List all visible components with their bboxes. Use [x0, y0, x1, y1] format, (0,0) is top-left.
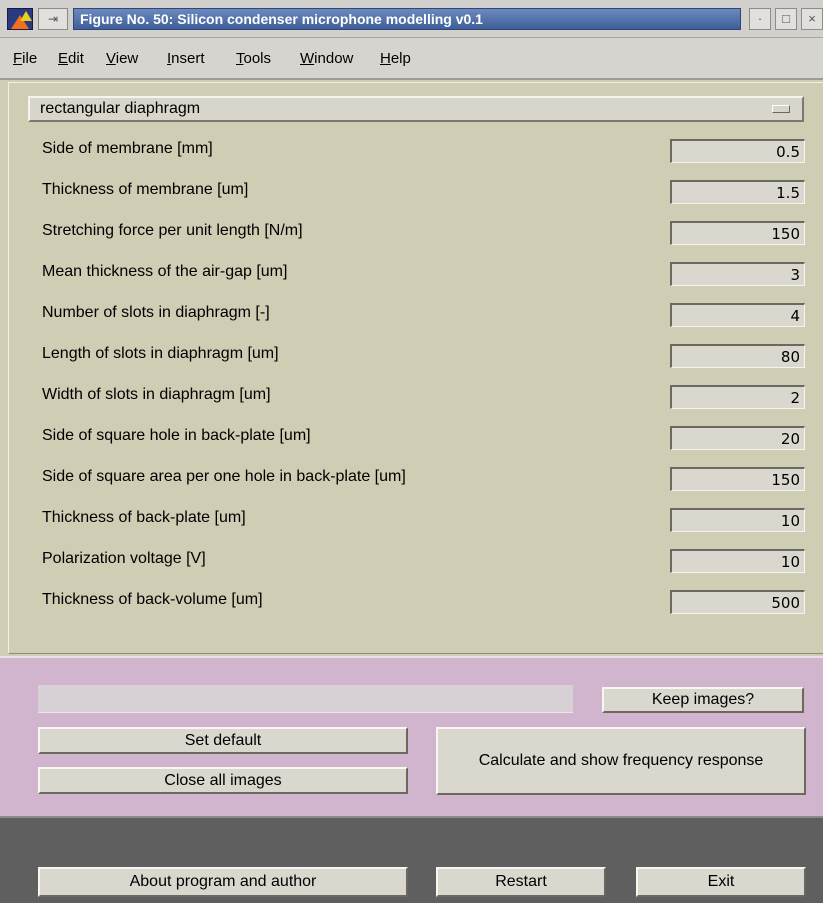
calculate-frequency-response-button[interactable]: Calculate and show frequency response	[436, 727, 806, 795]
dropdown-arrow-icon	[772, 105, 790, 113]
menu-view-label: iew	[115, 50, 139, 67]
menu-insert-label: nsert	[171, 50, 205, 67]
diaphragm-type-select[interactable]: rectangular diaphragm	[28, 96, 804, 122]
hole-area-side-input[interactable]	[670, 467, 805, 491]
stretching-force-label: Stretching force per unit length [N/m]	[42, 222, 303, 239]
slot-width-label: Width of slots in diaphragm [um]	[42, 386, 271, 403]
pin-icon[interactable]: ⇥	[38, 8, 68, 30]
diaphragm-type-value: rectangular diaphragm	[40, 100, 201, 117]
menu-edit[interactable]: Edit	[58, 50, 84, 67]
menu-edit-label: dit	[68, 50, 84, 67]
side-of-membrane-input[interactable]	[670, 139, 805, 163]
membrane-thickness-input[interactable]	[670, 180, 805, 204]
polarization-voltage-label: Polarization voltage [V]	[42, 550, 206, 567]
menu-help[interactable]: Help	[380, 50, 411, 67]
menu-file[interactable]: File	[13, 50, 37, 67]
backplate-thickness-label: Thickness of back-plate [um]	[42, 509, 246, 526]
menu-bar: File Edit View Insert Tools Window Help	[0, 38, 823, 80]
window-titlebar: ⇥ Figure No. 50: Silicon condenser micro…	[0, 0, 823, 38]
restart-button[interactable]: Restart	[436, 867, 606, 897]
air-gap-thickness-label: Mean thickness of the air-gap [um]	[42, 263, 288, 280]
keep-images-toggle[interactable]: Keep images?	[602, 687, 804, 713]
menu-window[interactable]: Window	[300, 50, 353, 67]
backplate-thickness-input[interactable]	[670, 508, 805, 532]
backplate-hole-side-input[interactable]	[670, 426, 805, 450]
slot-length-label: Length of slots in diaphragm [um]	[42, 345, 279, 362]
polarization-voltage-input[interactable]	[670, 549, 805, 573]
window-title: Figure No. 50: Silicon condenser microph…	[73, 8, 741, 30]
slot-count-input[interactable]	[670, 303, 805, 327]
menu-file-label: ile	[22, 50, 38, 67]
menu-window-mnemonic: W	[300, 50, 315, 67]
back-volume-thickness-label: Thickness of back-volume [um]	[42, 591, 263, 608]
menu-help-label: elp	[390, 50, 411, 67]
menu-tools-mnemonic: T	[236, 50, 244, 67]
menu-tools[interactable]: Tools	[236, 50, 271, 67]
slot-width-input[interactable]	[670, 385, 805, 409]
set-default-button[interactable]: Set default	[38, 727, 408, 754]
close-all-images-button[interactable]: Close all images	[38, 767, 408, 794]
side-of-membrane-label: Side of membrane [mm]	[42, 140, 213, 157]
menu-view-mnemonic: V	[106, 50, 116, 67]
menu-edit-mnemonic: E	[58, 50, 69, 67]
menu-tools-label: ools	[243, 50, 272, 67]
close-window-button[interactable]: ×	[801, 8, 823, 30]
stretching-force-input[interactable]	[670, 221, 805, 245]
backplate-hole-side-label: Side of square hole in back-plate [um]	[42, 427, 311, 444]
menu-insert[interactable]: Insert	[167, 50, 205, 67]
slot-count-label: Number of slots in diaphragm [-]	[42, 304, 270, 321]
minimize-button[interactable]: ·	[749, 8, 771, 30]
menu-window-label: indow	[314, 50, 354, 67]
back-volume-thickness-input[interactable]	[670, 590, 805, 614]
membrane-thickness-label: Thickness of membrane [um]	[42, 181, 249, 198]
matlab-logo-icon[interactable]	[7, 8, 33, 30]
status-bar	[38, 685, 573, 713]
slot-length-input[interactable]	[670, 344, 805, 368]
menu-view[interactable]: View	[106, 50, 138, 67]
menu-file-mnemonic: F	[13, 50, 23, 67]
about-button[interactable]: About program and author	[38, 867, 408, 897]
exit-button[interactable]: Exit	[636, 867, 806, 897]
air-gap-thickness-input[interactable]	[670, 262, 805, 286]
menu-help-mnemonic: H	[380, 50, 391, 67]
hole-area-side-label: Side of square area per one hole in back…	[42, 468, 406, 485]
maximize-button[interactable]: □	[775, 8, 797, 30]
